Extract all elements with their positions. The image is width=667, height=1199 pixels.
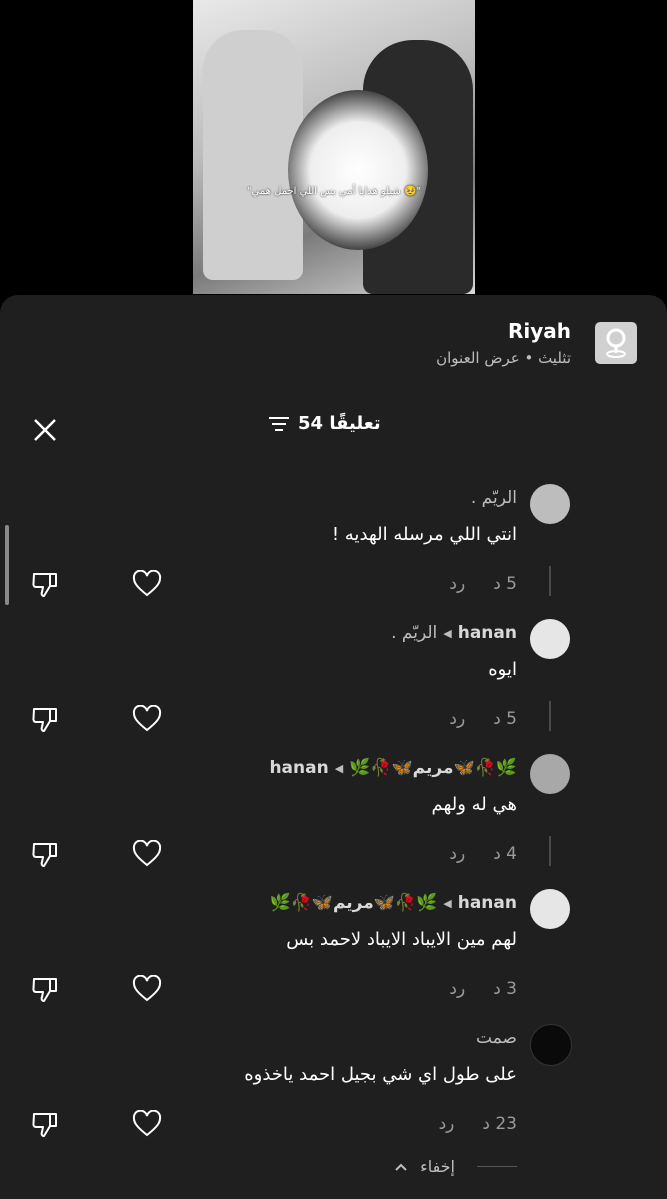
person-figure (203, 30, 303, 280)
video-preview[interactable]: "شيلو هدايا أمي بس اللي احمل همي 🥹" (193, 0, 475, 294)
dislike-icon[interactable] (30, 570, 60, 598)
comment-text: ايوه (488, 659, 517, 680)
comment-meta: 23 د رد (439, 1114, 517, 1134)
thread-line (549, 701, 551, 731)
chevron-up-icon (395, 1163, 407, 1171)
song-info[interactable]: Riyah تثليث • عرض العنوان (436, 319, 637, 367)
hide-label: إخفاء (420, 1157, 455, 1176)
dislike-icon[interactable] (30, 840, 60, 868)
comment-author[interactable]: صمت (476, 1028, 517, 1048)
reply-button[interactable]: رد (449, 979, 465, 999)
comment-count-label: 54 تعليقًا (298, 413, 381, 434)
divider (477, 1166, 517, 1167)
scroll-indicator[interactable] (5, 525, 9, 605)
comment-time: 23 د (482, 1114, 517, 1134)
comment-time: 5 د (493, 709, 517, 729)
comment-time: 3 د (493, 979, 517, 999)
flower-bouquet-image (288, 90, 428, 250)
comment-meta: 5 د رد (449, 709, 517, 729)
dislike-icon[interactable] (30, 1110, 60, 1138)
dislike-icon[interactable] (30, 975, 60, 1003)
avatar[interactable] (530, 484, 570, 524)
avatar[interactable] (530, 619, 570, 659)
comment-author[interactable]: الريّم . (471, 488, 517, 508)
heart-icon[interactable] (132, 570, 162, 598)
thread-line (549, 566, 551, 596)
comment-author[interactable]: hanan ◀ 🌿🥀🦋مريم🦋🥀🌿 (269, 893, 517, 913)
song-subtitle: تثليث • عرض العنوان (436, 349, 571, 367)
hide-replies-button[interactable]: إخفاء (394, 1157, 517, 1176)
location-pin-icon (595, 322, 637, 364)
comments-sheet: Riyah تثليث • عرض العنوان 54 تعليقًا الر… (0, 295, 667, 1199)
thread-line (549, 836, 551, 866)
heart-icon[interactable] (132, 705, 162, 733)
reply-button[interactable]: رد (449, 574, 465, 594)
comment-count[interactable]: 54 تعليقًا (268, 413, 381, 434)
reply-button[interactable]: رد (439, 1114, 455, 1134)
reply-button[interactable]: رد (449, 709, 465, 729)
reply-button[interactable]: رد (449, 844, 465, 864)
comment-meta: 3 د رد (449, 979, 517, 999)
comment-time: 4 د (493, 844, 517, 864)
comment-text: على طول اي شي بجيل احمد ياخذوه (244, 1064, 517, 1085)
video-caption: "شيلو هدايا أمي بس اللي احمل همي 🥹" (246, 186, 422, 197)
filter-icon (269, 416, 289, 431)
avatar[interactable] (530, 889, 570, 929)
avatar[interactable] (530, 1024, 572, 1066)
comments-header: 54 تعليقًا (0, 411, 667, 441)
comment-meta: 5 د رد (449, 574, 517, 594)
comment-meta: 4 د رد (449, 844, 517, 864)
avatar[interactable] (530, 754, 570, 794)
comment-text: لهم مين الايباد الايباد لاحمد بس (286, 929, 517, 950)
comment-text: انتي اللي مرسله الهديه ! (331, 524, 517, 545)
comment-time: 5 د (493, 574, 517, 594)
comment-author[interactable]: 🌿🥀🦋مريم🦋🥀🌿 ◀ hanan (269, 758, 517, 778)
heart-icon[interactable] (132, 975, 162, 1003)
close-icon[interactable] (30, 415, 60, 445)
dislike-icon[interactable] (30, 705, 60, 733)
comment-author[interactable]: hanan ◀ الريّم . (391, 623, 517, 643)
heart-icon[interactable] (132, 1110, 162, 1138)
heart-icon[interactable] (132, 840, 162, 868)
song-title: Riyah (507, 319, 571, 343)
comment-text: هي له ولهم (431, 794, 517, 815)
